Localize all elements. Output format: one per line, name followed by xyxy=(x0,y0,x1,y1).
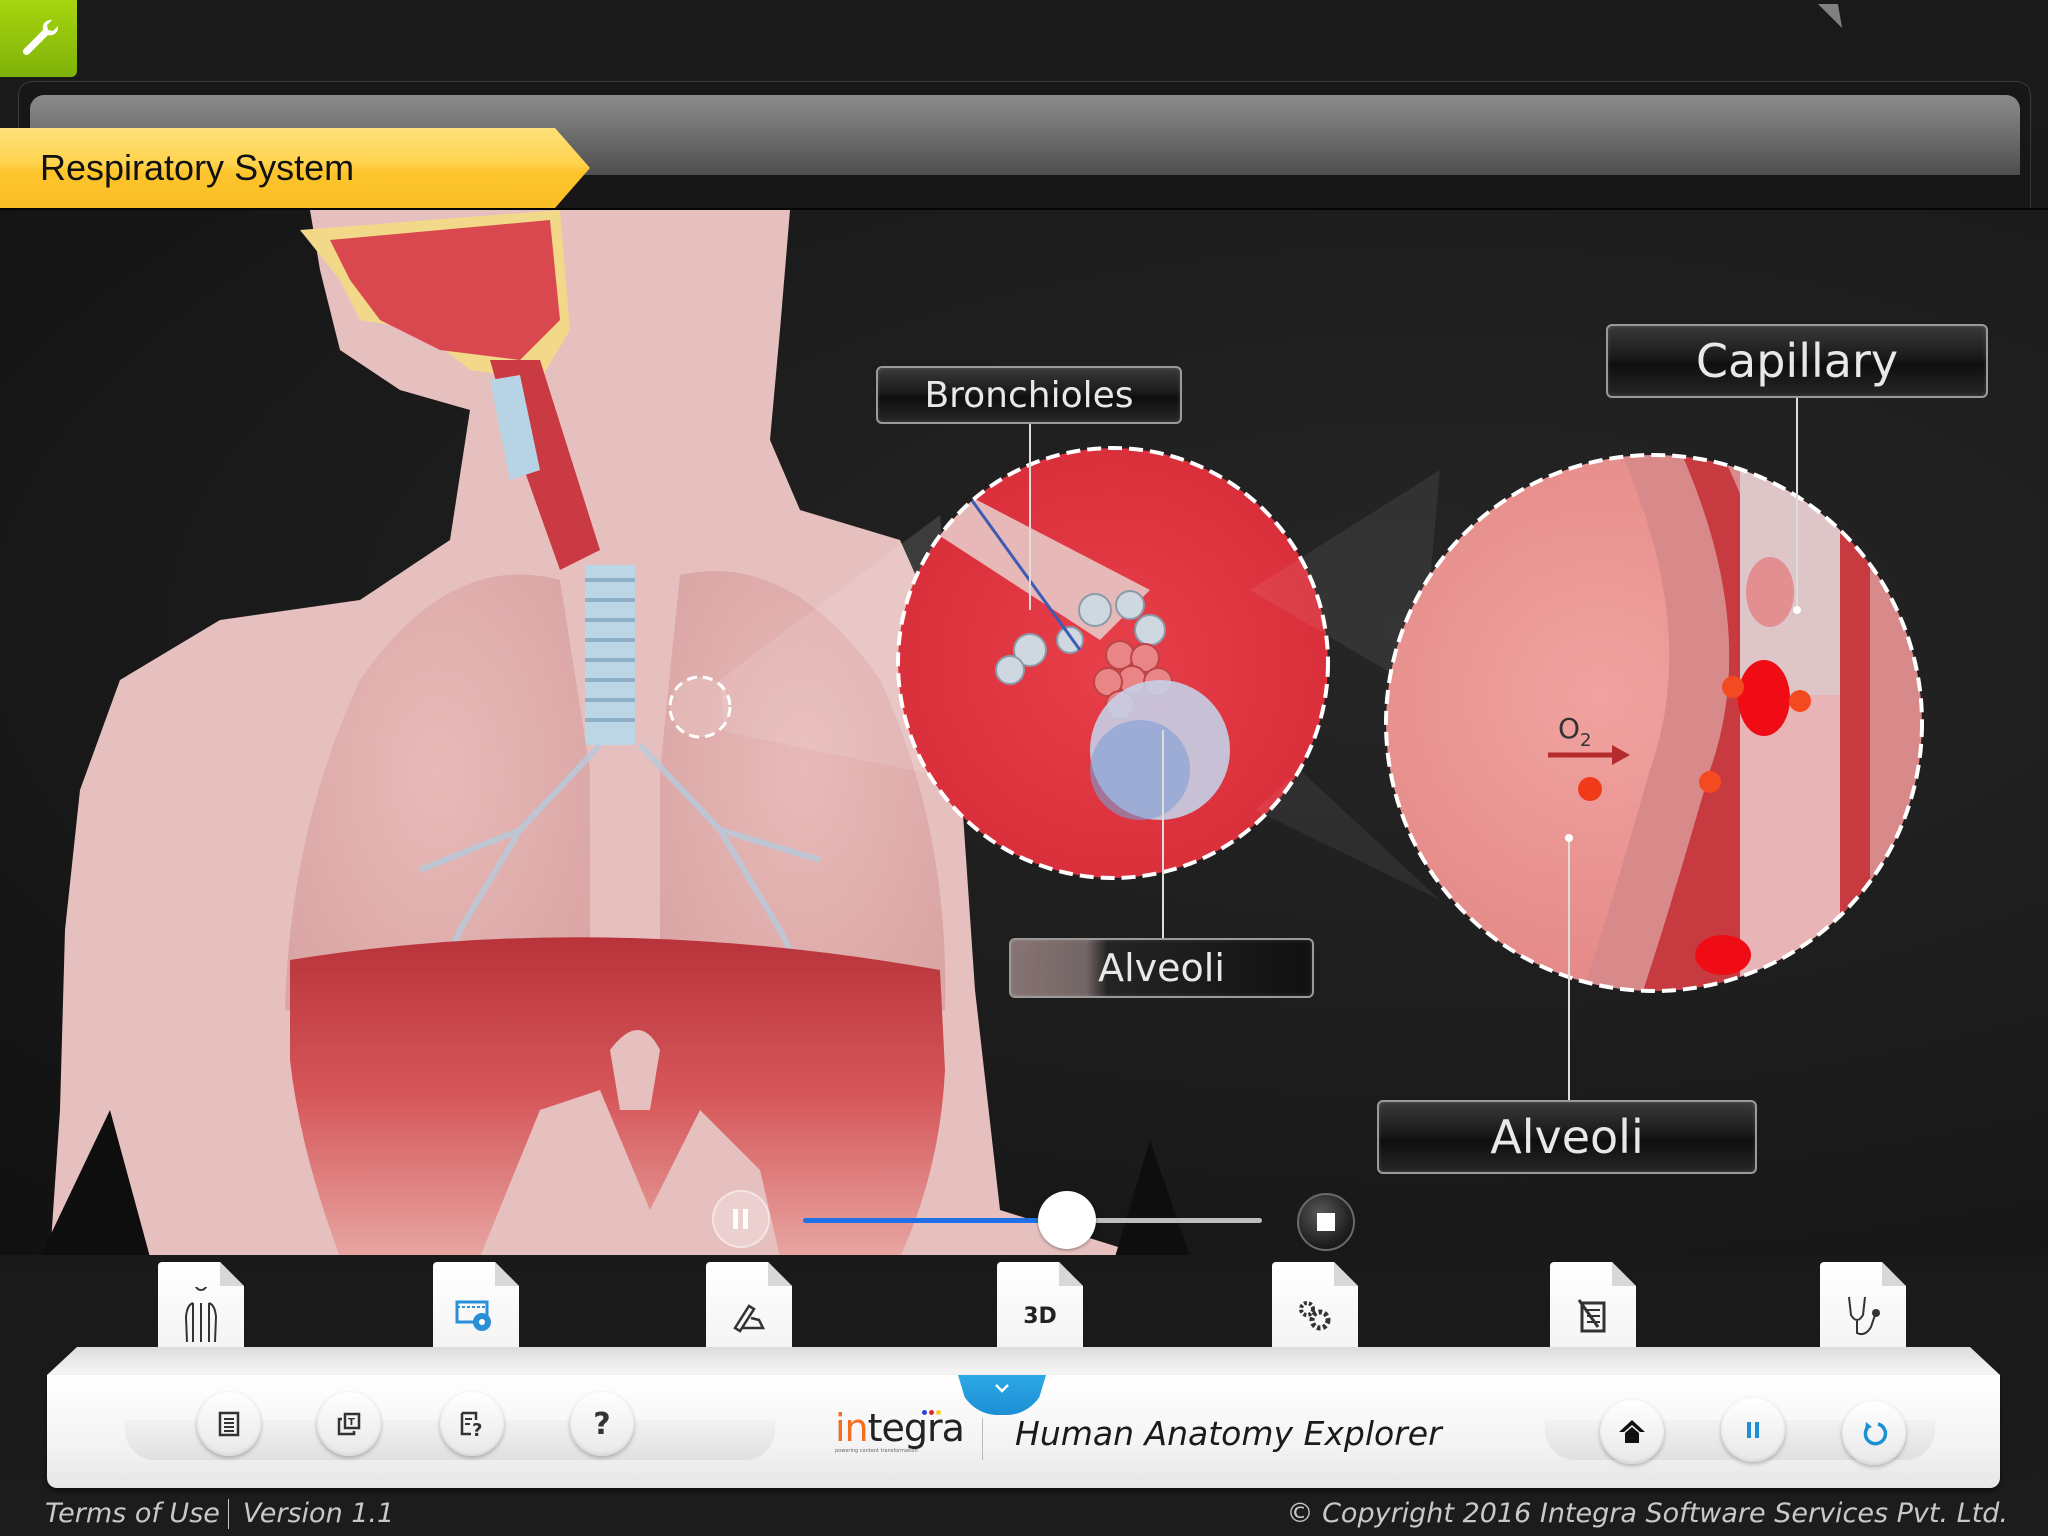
media-stop-button[interactable] xyxy=(1297,1193,1355,1251)
label-capillary-text: Capillary xyxy=(1695,334,1899,388)
terms-of-use-link[interactable]: Terms of Use xyxy=(45,1498,220,1529)
app-name: Human Anatomy Explorer xyxy=(1015,1414,1442,1453)
label-alveoli-right-text: Alveoli xyxy=(1490,1110,1644,1164)
toolbar-divider xyxy=(982,1418,983,1460)
label-alveoli-right: Alveoli xyxy=(1377,1100,1757,1174)
wrench-icon xyxy=(22,19,58,55)
svg-text:?: ? xyxy=(472,1420,482,1438)
app-root: Respiratory System O2 Bronchioles Capill… xyxy=(0,0,2048,1536)
global-pause-button[interactable] xyxy=(1721,1398,1785,1462)
logo-rest: tegra xyxy=(867,1406,965,1450)
replay-icon xyxy=(1863,1422,1888,1446)
text-box-icon: T xyxy=(337,1412,361,1436)
help-button[interactable]: ? xyxy=(570,1392,634,1456)
question-icon: ? xyxy=(593,1406,611,1442)
seek-progress xyxy=(803,1218,1067,1223)
human-body-icon xyxy=(184,1287,218,1343)
document-button[interactable] xyxy=(197,1392,261,1456)
pause-icon xyxy=(733,1209,748,1229)
media-pause-button[interactable] xyxy=(712,1190,770,1248)
3d-icon: 3D xyxy=(1023,1303,1057,1329)
stethoscope-icon xyxy=(1848,1296,1880,1336)
gears-icon xyxy=(1299,1301,1331,1331)
film-reel-icon xyxy=(455,1300,491,1331)
home-button[interactable] xyxy=(1600,1400,1664,1464)
seek-thumb[interactable] xyxy=(1037,1191,1096,1249)
page-title-banner: Respiratory System xyxy=(0,128,590,208)
version-label: Version 1.1 xyxy=(242,1498,395,1529)
document-icon xyxy=(218,1411,240,1437)
page-title: Respiratory System xyxy=(40,147,355,188)
chevron-down-icon xyxy=(995,1384,1009,1393)
toolbar-bevel xyxy=(47,1347,2000,1375)
quiz-icon: ? xyxy=(460,1411,482,1438)
seek-slider[interactable] xyxy=(803,1191,1262,1249)
home-icon xyxy=(1619,1420,1645,1443)
copyright: © Copyright 2016 Integra Software Servic… xyxy=(1286,1498,2009,1529)
integra-logo: integra powering content transformation xyxy=(835,1406,965,1468)
pause-icon xyxy=(1747,1422,1759,1438)
footer-left: Terms of Use Version 1.1 xyxy=(45,1498,394,1529)
quiz-button[interactable]: ? xyxy=(440,1392,504,1456)
corner-marker-icon xyxy=(1817,4,1843,28)
notepad-icon xyxy=(1577,1299,1606,1333)
label-alveoli-mid: Alveoli xyxy=(1009,938,1314,998)
replay-button[interactable] xyxy=(1842,1401,1906,1465)
logo-dots xyxy=(922,1410,941,1415)
label-alveoli-mid-text: Alveoli xyxy=(1098,946,1225,990)
text-copy-button[interactable]: T xyxy=(317,1392,381,1456)
svg-text:T: T xyxy=(348,1417,355,1428)
pen-hand-icon xyxy=(733,1304,766,1333)
label-bronchioles-text: Bronchioles xyxy=(924,374,1134,416)
label-capillary: Capillary xyxy=(1606,324,1988,398)
logo-in: in xyxy=(835,1406,869,1450)
footer-separator xyxy=(227,1498,229,1529)
label-bronchioles: Bronchioles xyxy=(876,366,1182,424)
settings-button[interactable] xyxy=(0,0,77,77)
animation-viewer: O2 Bronchioles Capillary Alveoli Alveoli xyxy=(0,208,2048,1255)
stop-icon xyxy=(1317,1213,1335,1231)
